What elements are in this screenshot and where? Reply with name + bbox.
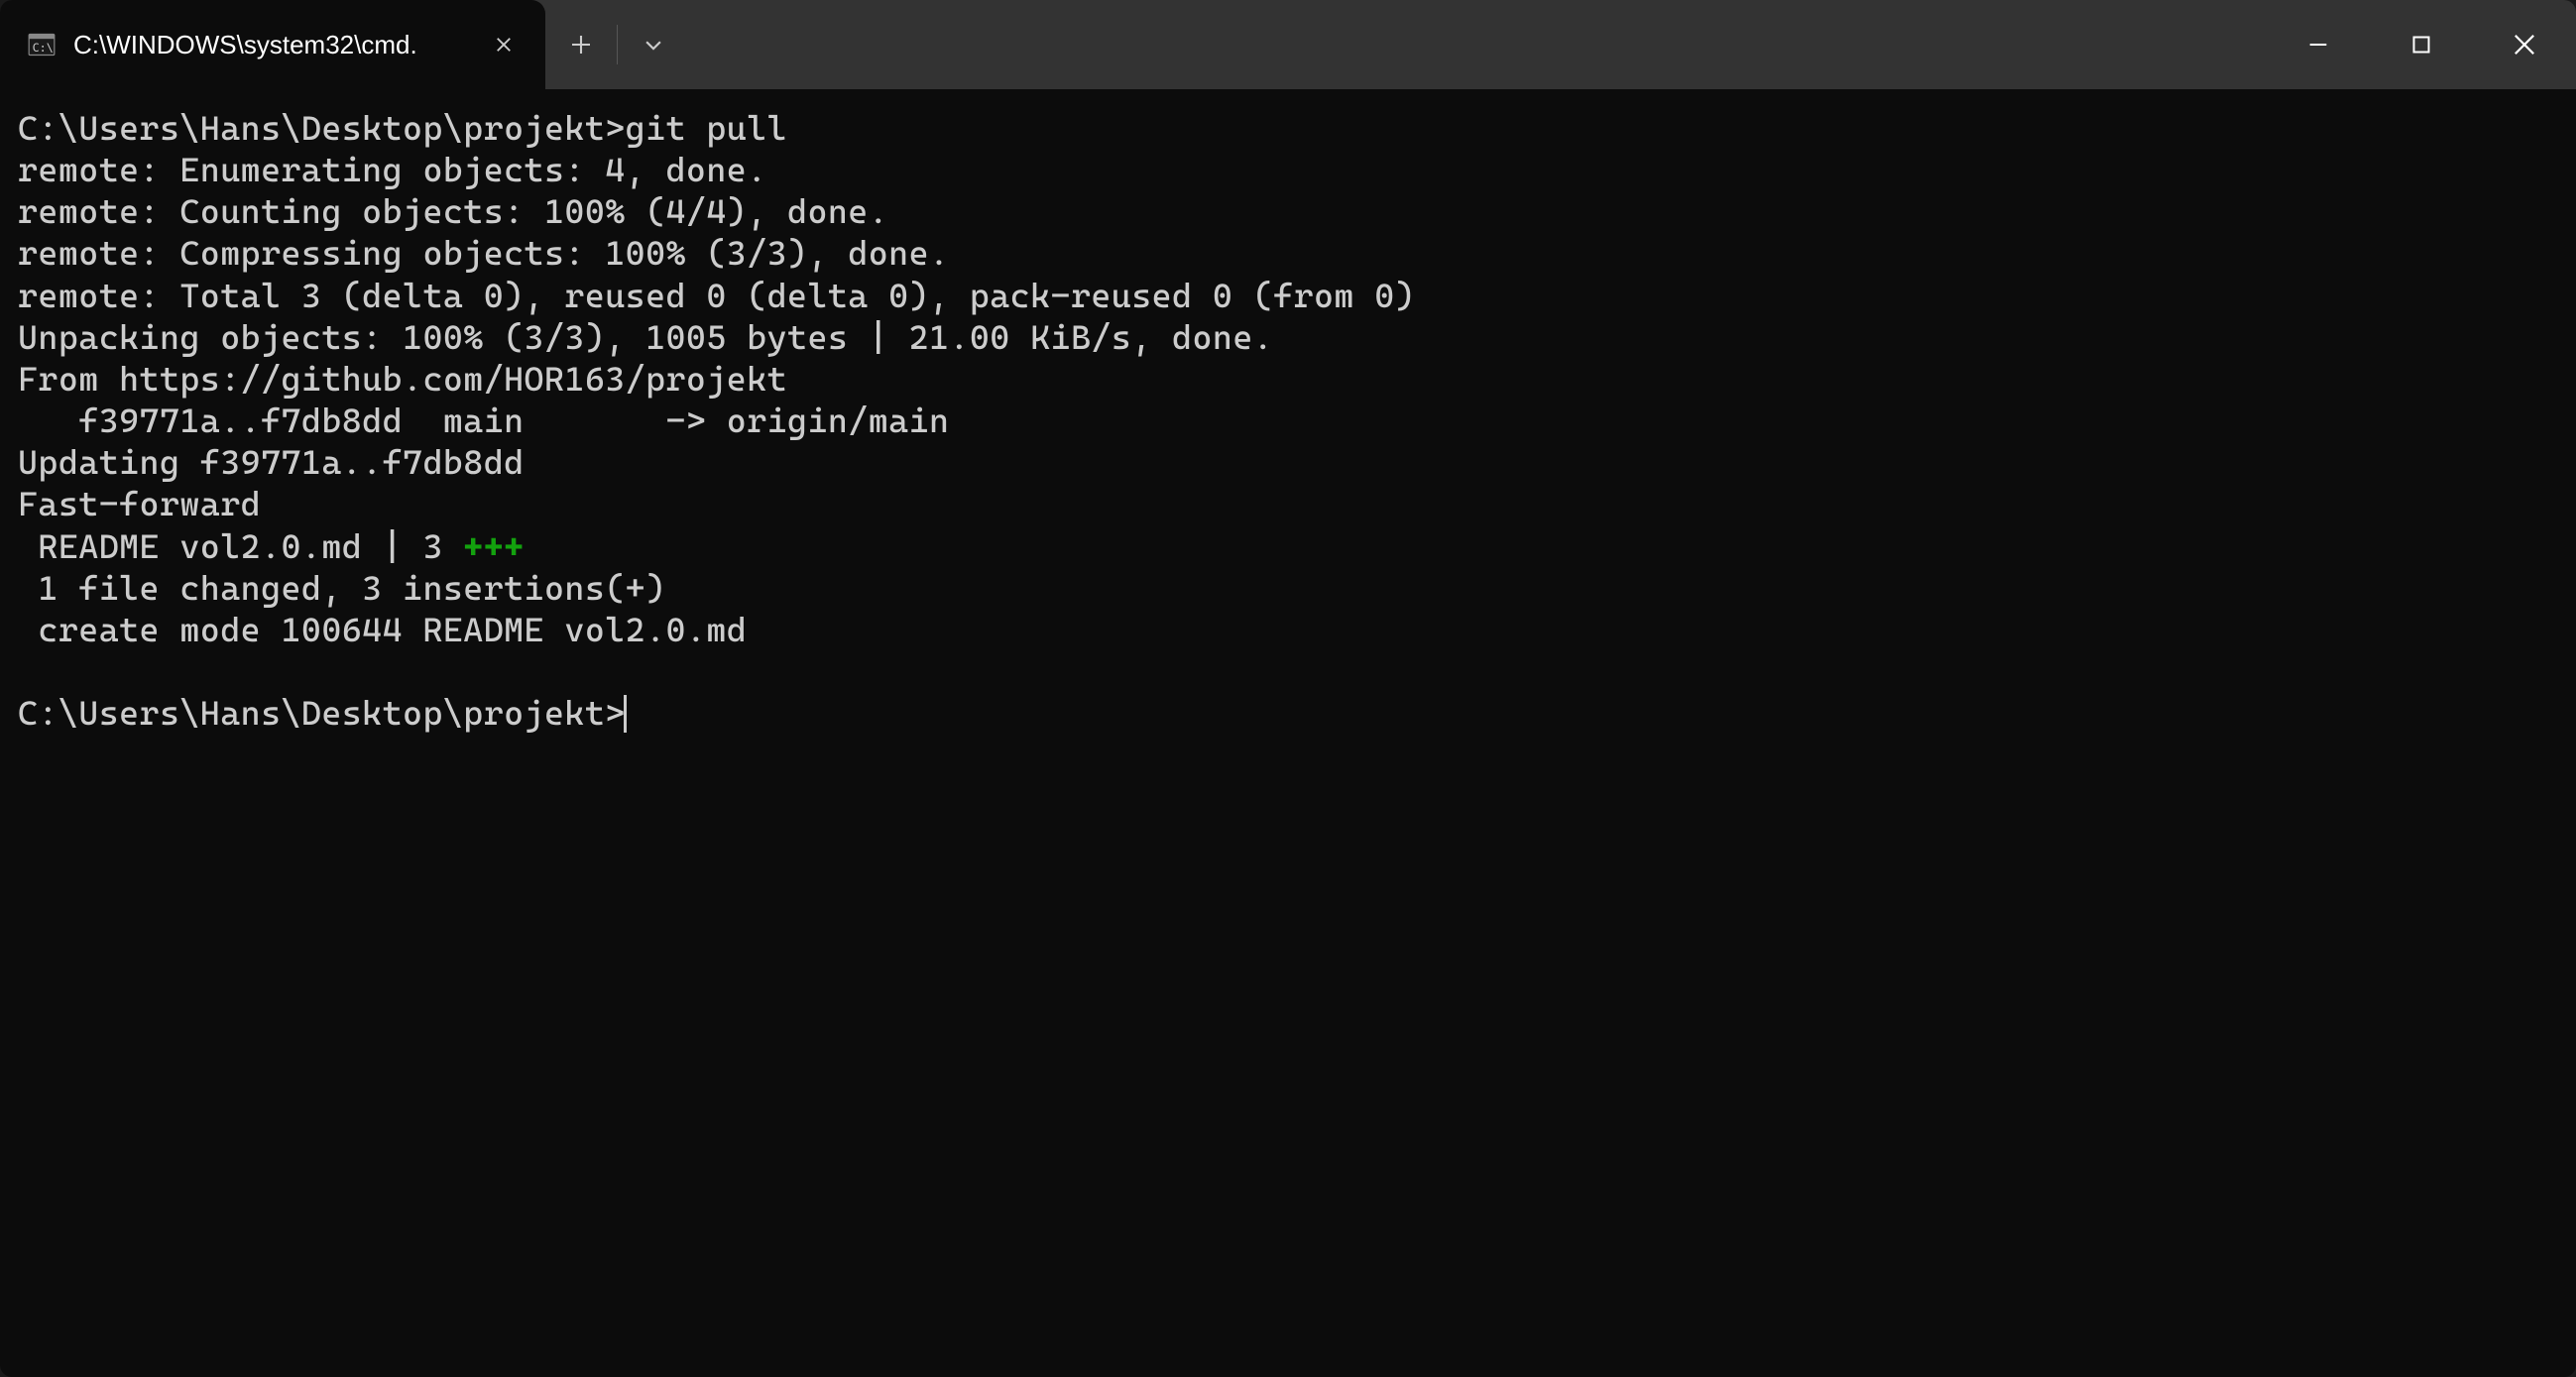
tab-dropdown-button[interactable] (618, 0, 689, 89)
new-tab-button[interactable] (545, 0, 617, 89)
terminal-line: Unpacking objects: 100% (3/3), 1005 byte… (18, 316, 2558, 358)
terminal-line: C:\Users\Hans\Desktop\projekt>git pull (18, 107, 2558, 149)
tab-actions (545, 0, 689, 89)
svg-text:C:\: C:\ (33, 41, 54, 55)
window-controls (2267, 0, 2576, 89)
active-tab[interactable]: C:\ C:\WINDOWS\system32\cmd. (0, 0, 545, 89)
terminal-line: Updating f39771a..f7db8dd (18, 441, 2558, 483)
terminal-line: 1 file changed, 3 insertions(+) (18, 567, 2558, 609)
cursor (624, 695, 627, 733)
maximize-button[interactable] (2370, 0, 2473, 89)
terminal-line: From https://github.com/HOR163/projekt (18, 358, 2558, 400)
terminal-output[interactable]: C:\Users\Hans\Desktop\projekt>git pullre… (0, 89, 2576, 1377)
cmd-icon: C:\ (28, 31, 56, 58)
terminal-line: C:\Users\Hans\Desktop\projekt> (18, 692, 2558, 734)
minimize-button[interactable] (2267, 0, 2370, 89)
terminal-line: remote: Enumerating objects: 4, done. (18, 149, 2558, 190)
terminal-line: f39771a..f7db8dd main -> origin/main (18, 400, 2558, 441)
tab-title: C:\WINDOWS\system32\cmd. (73, 30, 468, 60)
terminal-line: README vol2.0.md | 3 +++ (18, 525, 2558, 567)
terminal-line: remote: Compressing objects: 100% (3/3),… (18, 232, 2558, 274)
close-window-button[interactable] (2473, 0, 2576, 89)
tab-close-button[interactable] (486, 27, 522, 62)
terminal-line: create mode 100644 README vol2.0.md (18, 609, 2558, 650)
terminal-line: remote: Counting objects: 100% (4/4), do… (18, 190, 2558, 232)
terminal-line: Fast-forward (18, 483, 2558, 524)
terminal-line (18, 650, 2558, 692)
terminal-window: C:\ C:\WINDOWS\system32\cmd. (0, 0, 2576, 1377)
terminal-line: remote: Total 3 (delta 0), reused 0 (del… (18, 275, 2558, 316)
titlebar: C:\ C:\WINDOWS\system32\cmd. (0, 0, 2576, 89)
